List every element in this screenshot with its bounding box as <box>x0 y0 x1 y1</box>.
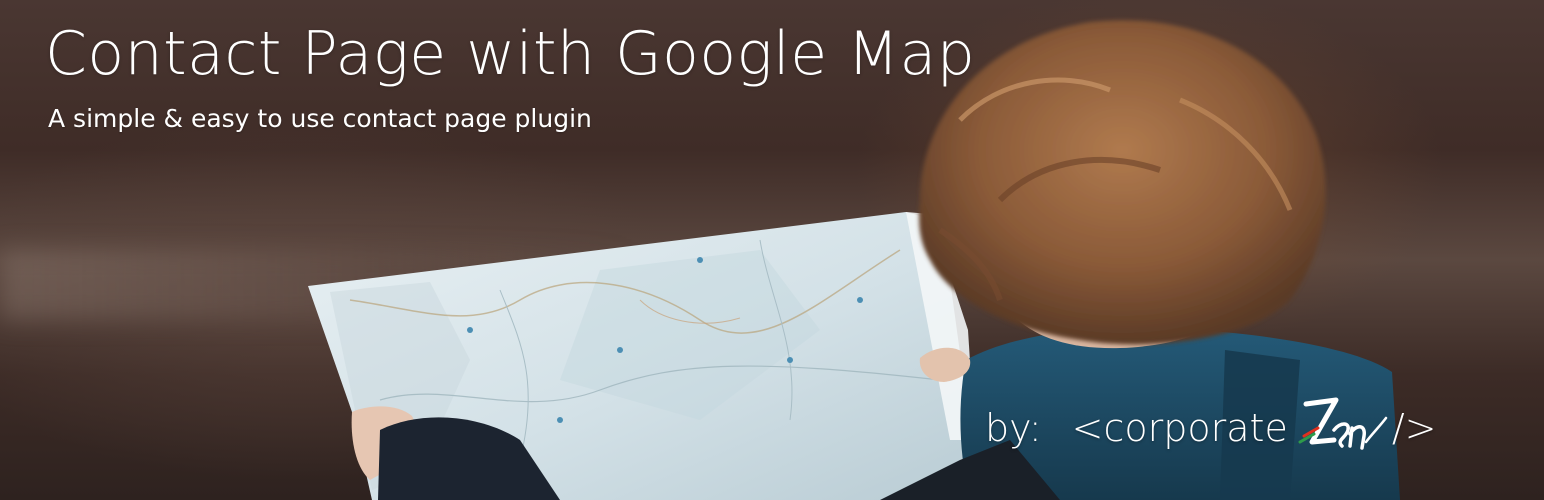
credit-close-bracket: /> <box>1391 406 1437 450</box>
banner-subtitle: A simple & easy to use contact page plug… <box>48 104 592 133</box>
author-credit: by: < corporate /> <box>985 396 1436 460</box>
corporate-zen-logo-icon <box>1290 396 1390 460</box>
credit-company-name: corporate <box>1103 406 1288 450</box>
credit-open-bracket: < <box>1071 406 1104 450</box>
plugin-banner: Contact Page with Google Map A simple & … <box>0 0 1544 500</box>
credit-by-label: by: <box>985 406 1042 450</box>
banner-title: Contact Page with Google Map <box>45 19 976 89</box>
